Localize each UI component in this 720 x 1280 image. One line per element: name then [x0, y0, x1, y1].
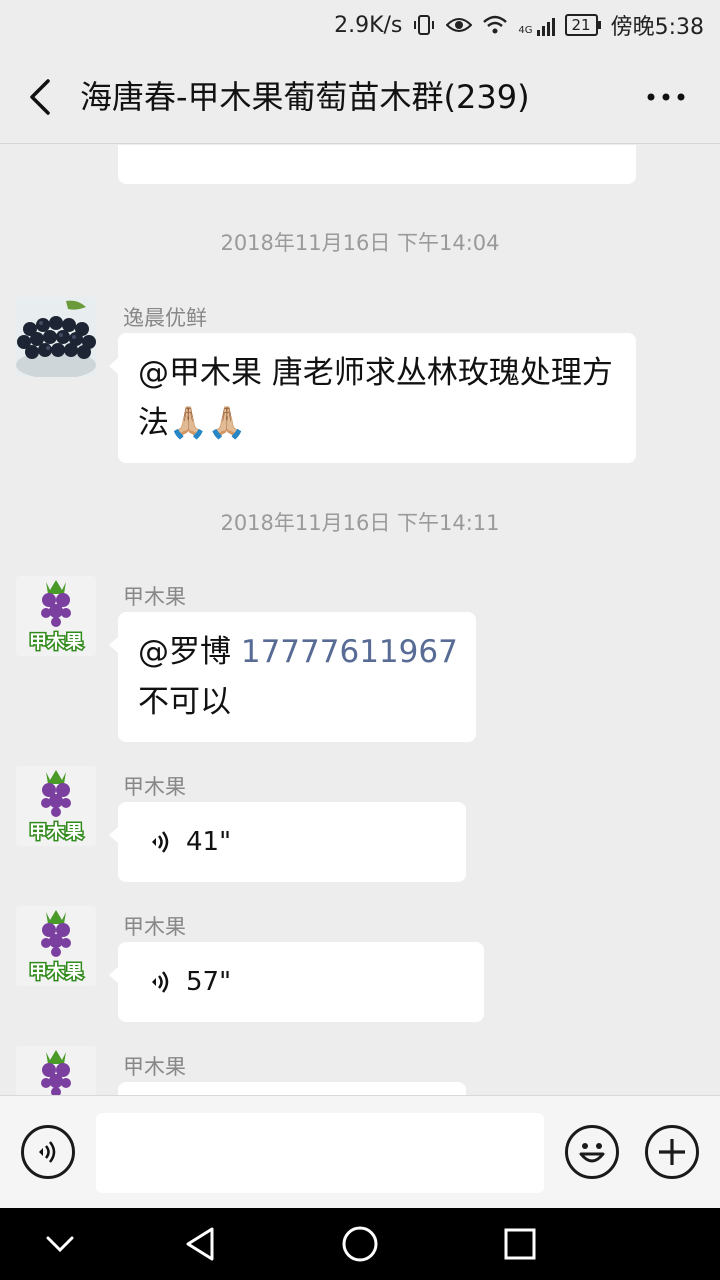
message-text: 不可以: [138, 684, 231, 720]
vibrate-icon: [412, 13, 436, 37]
avatar-label: 甲木果: [29, 631, 84, 653]
voice-wave-icon: [152, 971, 169, 993]
hide-keyboard-button[interactable]: [30, 1218, 90, 1270]
status-bar: 2.9K/s 4G 21 傍晚5:38: [0, 0, 720, 50]
avatar[interactable]: [16, 297, 96, 377]
network-speed: 2.9K/s: [334, 12, 403, 38]
avatar[interactable]: 甲木果: [16, 576, 96, 656]
voice-wave-icon: [152, 831, 169, 853]
message-text: @罗博 17777611967: [138, 627, 458, 677]
wifi-icon: [482, 14, 508, 36]
chevron-left-icon: [30, 79, 50, 115]
nav-recent-button[interactable]: [490, 1218, 550, 1270]
avatar-label: 甲木果: [29, 821, 84, 843]
grape-logo-icon: 甲木果: [16, 906, 96, 986]
message-bubble[interactable]: [118, 1082, 466, 1095]
voice-duration: 57": [186, 967, 232, 997]
grape-logo-icon: [16, 1046, 96, 1095]
input-bar: [0, 1095, 720, 1208]
mention: @罗博: [138, 634, 241, 670]
android-nav-bar: [0, 1208, 720, 1280]
signal-icon: 4G: [518, 14, 555, 36]
message-bubble[interactable]: 方法去做无核的吗？: [118, 145, 636, 184]
chat-area[interactable]: 方法去做无核的吗？ 2018年11月16日 下午14:04 逸晨优鲜 @甲木果 …: [0, 145, 720, 1095]
circle-home-icon: [342, 1226, 378, 1262]
grape-logo-icon: 甲木果: [16, 766, 96, 846]
sender-name: 甲木果: [123, 1055, 186, 1079]
voice-message[interactable]: 57": [109, 942, 484, 1022]
clock: 傍晚5:38: [610, 15, 704, 40]
voice-icon: [39, 1141, 56, 1163]
plus-icon: [659, 1139, 685, 1165]
nav-home-button[interactable]: [330, 1218, 390, 1270]
emoji-button[interactable]: [565, 1125, 619, 1179]
avatar[interactable]: 甲木果: [16, 766, 96, 846]
voice-message[interactable]: 41": [109, 802, 466, 882]
voice-duration: 41": [186, 827, 232, 857]
back-button[interactable]: [18, 74, 62, 120]
square-recent-icon: [504, 1228, 536, 1260]
sender-name: 逸晨优鲜: [123, 306, 207, 330]
avatar[interactable]: 甲木果: [16, 906, 96, 986]
triangle-back-icon: [186, 1227, 214, 1261]
title-bar: 海唐春-甲木果葡萄苗木群(239): [0, 50, 720, 144]
message-text: 方法去做无核的吗？: [138, 145, 616, 157]
timestamp: 2018年11月16日 下午14:04: [220, 231, 500, 255]
voice-toggle-button[interactable]: [21, 1125, 75, 1179]
message-input[interactable]: [96, 1113, 544, 1193]
ellipsis-icon: [647, 93, 685, 101]
message-bubble[interactable]: @甲木果 唐老师求丛林玫瑰处理方法🙏🏼🙏🏼: [109, 333, 636, 463]
battery-level: 21: [564, 14, 598, 36]
avatar[interactable]: [16, 1046, 96, 1095]
network-label: 4G: [518, 25, 533, 36]
message-bubble[interactable]: @罗博 17777611967 不可以: [109, 612, 476, 742]
sender-name: 甲木果: [123, 775, 186, 799]
eye-icon: [446, 15, 473, 35]
message-text: @甲木果 唐老师求丛林玫瑰处理方法🙏🏼🙏🏼: [138, 355, 613, 441]
smiley-icon: [579, 1143, 605, 1163]
timestamp: 2018年11月16日 下午14:11: [220, 511, 500, 535]
grape-logo-icon: 甲木果: [16, 576, 96, 656]
avatar-label: 甲木果: [29, 961, 84, 983]
nav-back-button[interactable]: [170, 1218, 230, 1270]
sender-name: 甲木果: [123, 915, 186, 939]
phone-link[interactable]: 17777611967: [241, 634, 458, 670]
more-button[interactable]: [640, 74, 692, 120]
chevron-down-icon: [46, 1236, 74, 1252]
sender-name: 甲木果: [123, 585, 186, 609]
grape-photo-icon: [16, 297, 96, 377]
more-actions-button[interactable]: [645, 1125, 699, 1179]
chat-title: 海唐春-甲木果葡萄苗木群(239): [80, 78, 530, 116]
battery-icon: 21: [564, 14, 601, 36]
